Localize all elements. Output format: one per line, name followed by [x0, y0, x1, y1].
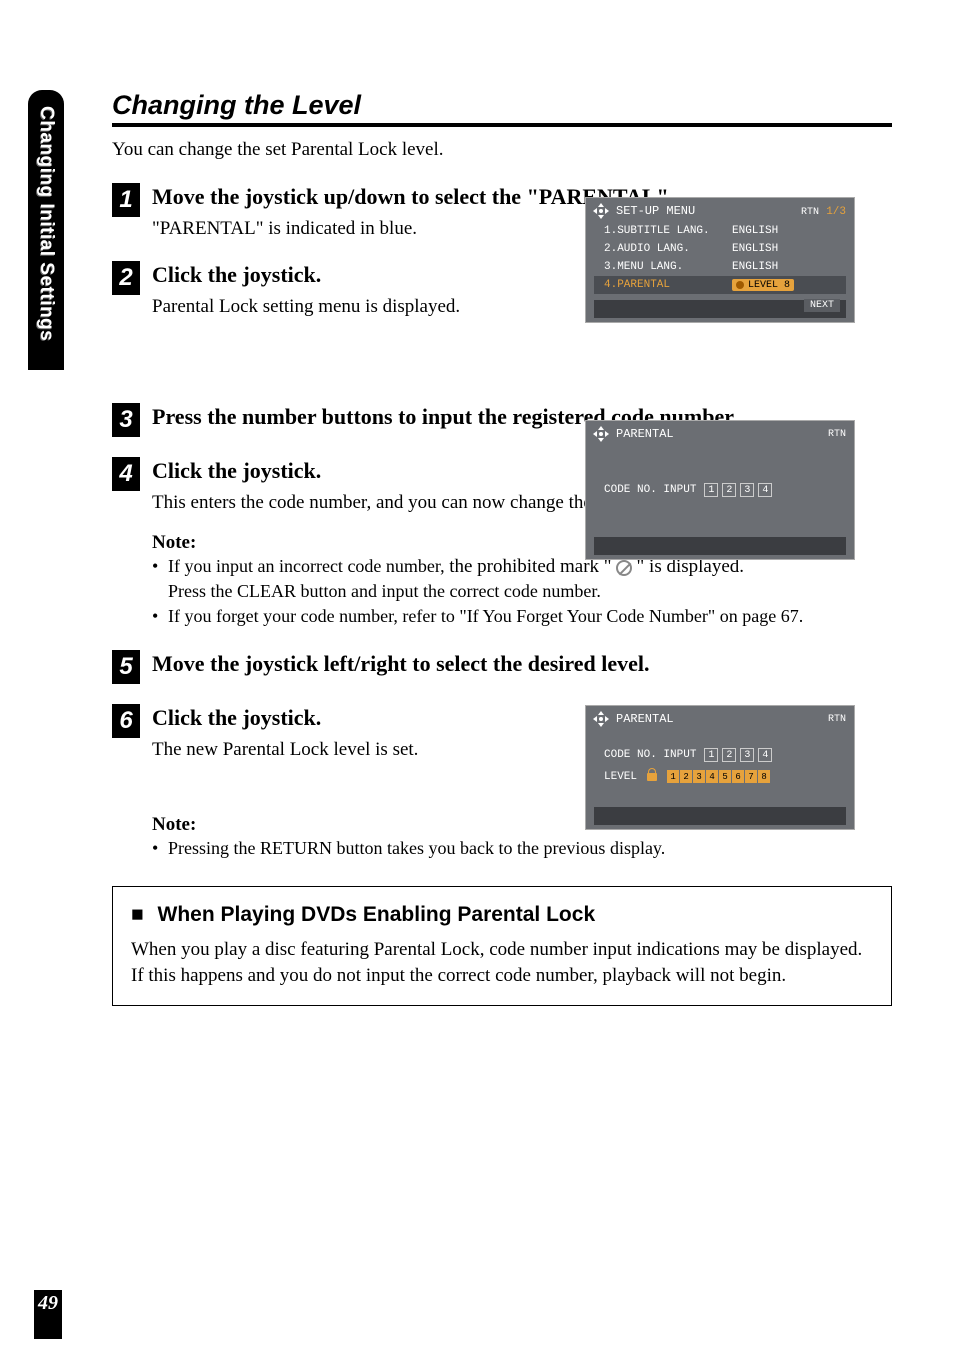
osd-level-label: LEVEL — [604, 771, 637, 783]
osd-pill: LEVEL 8 — [732, 279, 794, 291]
osd-code-label: CODE NO. INPUT — [604, 484, 696, 496]
osd-code-row: CODE NO. INPUT 1 2 3 4 — [594, 475, 846, 501]
osd-rtn: RTN — [801, 207, 819, 218]
code-digit: 1 — [704, 483, 718, 497]
section-title: Changing the Level — [112, 90, 892, 127]
square-bullet-icon: ■ — [131, 903, 144, 926]
box-heading: ■ When Playing DVDs Enabling Parental Lo… — [131, 903, 873, 927]
joystick-icon — [594, 712, 608, 726]
step-title: Move the joystick left/right to select t… — [152, 650, 892, 679]
code-digit: 3 — [740, 483, 754, 497]
prohibited-icon — [616, 560, 632, 576]
code-digit: 4 — [758, 483, 772, 497]
osd-row: 1.SUBTITLE LANG.ENGLISH — [594, 222, 846, 240]
step-number: 4 — [112, 457, 140, 491]
code-digit: 2 — [722, 483, 736, 497]
joystick-icon — [594, 427, 608, 441]
osd-footer: NEXT — [594, 300, 846, 318]
note-subtext: Press the CLEAR button and input the cor… — [152, 579, 892, 603]
box- box-heading-text: When Playing DVDs Enabling Parental Lock — [158, 903, 596, 926]
box-text: When you play a disc featuring Parental … — [131, 937, 873, 988]
level-cell: 1 — [667, 770, 680, 783]
osd-screen-parental-level: PARENTAL RTN CODE NO. INPUT 1 2 3 4 LEVE… — [585, 705, 855, 830]
osd-row-selected: 4.PARENTALLEVEL 8 — [594, 276, 846, 294]
code-digit: 3 — [740, 748, 754, 762]
level-cell: 5 — [719, 770, 732, 783]
lock-dot-icon — [736, 281, 744, 289]
step-number: 2 — [112, 261, 140, 295]
osd-rtn: RTN — [828, 429, 846, 440]
lock-icon — [647, 773, 657, 781]
level-cell: 2 — [680, 770, 693, 783]
level-cell: 7 — [745, 770, 758, 783]
step-number: 5 — [112, 650, 140, 684]
code-digit: 4 — [758, 748, 772, 762]
note-item: If you forget your code number, refer to… — [152, 604, 892, 628]
osd-footer — [594, 807, 846, 825]
osd-title: PARENTAL — [616, 427, 674, 441]
osd-screen-setup: SET-UP MENU RTN 1/3 1.SUBTITLE LANG.ENGL… — [585, 197, 855, 323]
osd-code-label: CODE NO. INPUT — [604, 749, 696, 761]
osd-screen-parental-code: PARENTAL RTN CODE NO. INPUT 1 2 3 4 — [585, 420, 855, 560]
level-cell: 4 — [706, 770, 719, 783]
joystick-icon — [594, 204, 608, 218]
code-digit: 2 — [722, 748, 736, 762]
level-cell: 6 — [732, 770, 745, 783]
step-number: 3 — [112, 403, 140, 437]
level-cell: 3 — [693, 770, 706, 783]
step-5: 5 Move the joystick left/right to select… — [112, 650, 892, 684]
level-cell: 8 — [758, 770, 771, 783]
osd-row: 2.AUDIO LANG.ENGLISH — [594, 240, 846, 258]
osd-title: SET-UP MENU — [616, 204, 695, 218]
osd-level-row: LEVEL 1 2 3 4 5 6 7 8 — [594, 766, 846, 791]
note-text: If you input an incorrect code number, — [168, 556, 449, 576]
page-number: 49 — [34, 1290, 62, 1339]
osd-rtn: RTN — [828, 714, 846, 725]
info-box: ■ When Playing DVDs Enabling Parental Lo… — [112, 886, 892, 1005]
osd-page: 1/3 — [826, 206, 846, 218]
osd-title: PARENTAL — [616, 712, 674, 726]
code-digit: 1 — [704, 748, 718, 762]
side-tab-label: Changing Initial Settings — [35, 106, 57, 341]
side-tab: Changing Initial Settings — [28, 90, 64, 370]
osd-code-row: CODE NO. INPUT 1 2 3 4 — [594, 740, 846, 766]
note-item: Pressing the RETURN button takes you bac… — [152, 836, 892, 860]
osd-next: NEXT — [804, 299, 840, 312]
osd-footer — [594, 537, 846, 555]
step-number: 6 — [112, 704, 140, 738]
step-number: 1 — [112, 183, 140, 217]
osd-row: 3.MENU LANG.ENGLISH — [594, 258, 846, 276]
section-intro: You can change the set Parental Lock lev… — [112, 139, 892, 161]
